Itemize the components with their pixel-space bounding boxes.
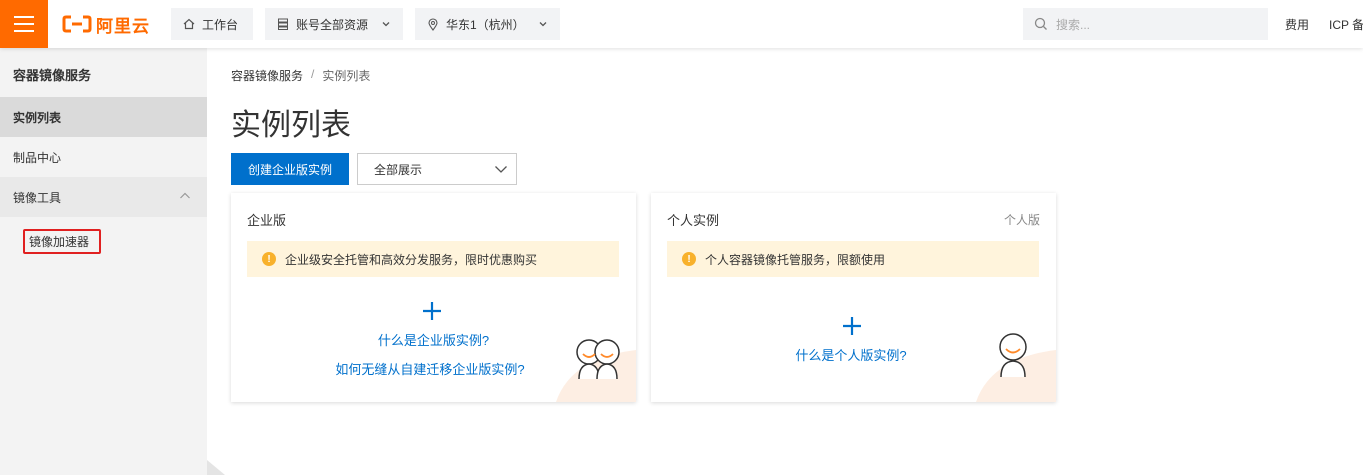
warning-icon: ! — [682, 252, 696, 266]
home-icon — [183, 18, 195, 30]
sidebar-group-image-tools[interactable]: 镜像工具 — [0, 177, 207, 217]
warning-icon: ! — [262, 252, 276, 266]
workbench-label: 工作台 — [202, 17, 239, 32]
chevron-up-icon — [180, 192, 190, 199]
chevron-down-icon — [382, 22, 390, 27]
search-placeholder: 搜索... — [1056, 17, 1091, 32]
enterprise-instance-card: 企业版 ! 企业级安全托管和高效分发服务，限时优惠购买 什么是企业版实例? 如何… — [231, 193, 636, 402]
sidebar-title: 容器镜像服务 — [13, 68, 92, 83]
notice-text: 个人容器镜像托管服务，限额使用 — [705, 252, 886, 267]
notice-banner: ! 企业级安全托管和高效分发服务，限时优惠购买 — [247, 241, 619, 277]
region-selector[interactable]: 华东1（杭州） — [415, 8, 560, 40]
chevron-down-icon — [495, 166, 507, 173]
region-label: 华东1（杭州） — [446, 17, 525, 32]
sidebar-collapse-handle[interactable] — [207, 460, 225, 475]
add-icon[interactable] — [842, 316, 862, 336]
notice-text: 企业级安全托管和高效分发服务，限时优惠购买 — [285, 252, 538, 267]
sidebar: 容器镜像服务 实例列表 制品中心 镜像工具 镜像加速器 — [0, 48, 207, 475]
breadcrumb-parent[interactable]: 容器镜像服务 — [231, 67, 303, 84]
sidebar-item-instance-list[interactable]: 实例列表 — [0, 97, 207, 137]
logo-mark-icon — [62, 15, 92, 33]
sidebar-item-label: 镜像加速器 — [29, 235, 90, 249]
breadcrumb-separator: / — [311, 67, 315, 81]
icp-link[interactable]: ICP 备 — [1329, 16, 1363, 33]
resource-selector[interactable]: 账号全部资源 — [265, 8, 403, 40]
search-icon — [1034, 17, 1047, 30]
sidebar-item-artifact-center[interactable]: 制品中心 — [0, 137, 207, 177]
aliyun-logo[interactable]: 阿里云 — [62, 12, 150, 36]
card-title: 个人实例 — [667, 213, 720, 228]
create-enterprise-instance-button[interactable]: 创建企业版实例 — [231, 153, 349, 185]
location-pin-icon — [428, 17, 438, 31]
breadcrumb: 容器镜像服务 / 实例列表 — [231, 67, 370, 84]
notice-banner: ! 个人容器镜像托管服务，限额使用 — [667, 241, 1039, 277]
card-tag: 个人版 — [1003, 213, 1040, 227]
sidebar-item-image-accelerator[interactable]: 镜像加速器 — [23, 229, 101, 254]
page-title: 实例列表 — [231, 109, 351, 142]
billing-link[interactable]: 费用 — [1285, 16, 1309, 33]
workbench-button[interactable]: 工作台 — [171, 8, 253, 40]
personal-instance-card: 个人实例 个人版 ! 个人容器镜像托管服务，限额使用 什么是个人版实例? — [651, 193, 1056, 402]
server-icon — [278, 18, 288, 30]
breadcrumb-current: 实例列表 — [322, 69, 371, 83]
sidebar-item-label: 制品中心 — [13, 150, 62, 165]
logo-text: 阿里云 — [96, 16, 150, 36]
instance-filter-value: 全部展示 — [374, 162, 423, 177]
top-navigation-bar: 阿里云 工作台 账号全部资源 华东1（杭州） 搜索... 费用 ICP 备 — [0, 0, 1363, 48]
team-avatar-icon — [576, 339, 620, 380]
sidebar-item-label: 实例列表 — [13, 110, 62, 125]
sidebar-item-label: 镜像工具 — [13, 190, 62, 205]
menu-icon[interactable] — [0, 0, 48, 48]
instance-filter-select[interactable]: 全部展示 — [357, 153, 517, 185]
card-title: 企业版 — [247, 213, 287, 228]
resource-selector-label: 账号全部资源 — [296, 17, 369, 32]
chevron-down-icon — [539, 22, 547, 27]
add-icon[interactable] — [422, 301, 442, 321]
person-avatar-icon — [999, 333, 1027, 378]
search-input[interactable]: 搜索... — [1023, 8, 1268, 40]
